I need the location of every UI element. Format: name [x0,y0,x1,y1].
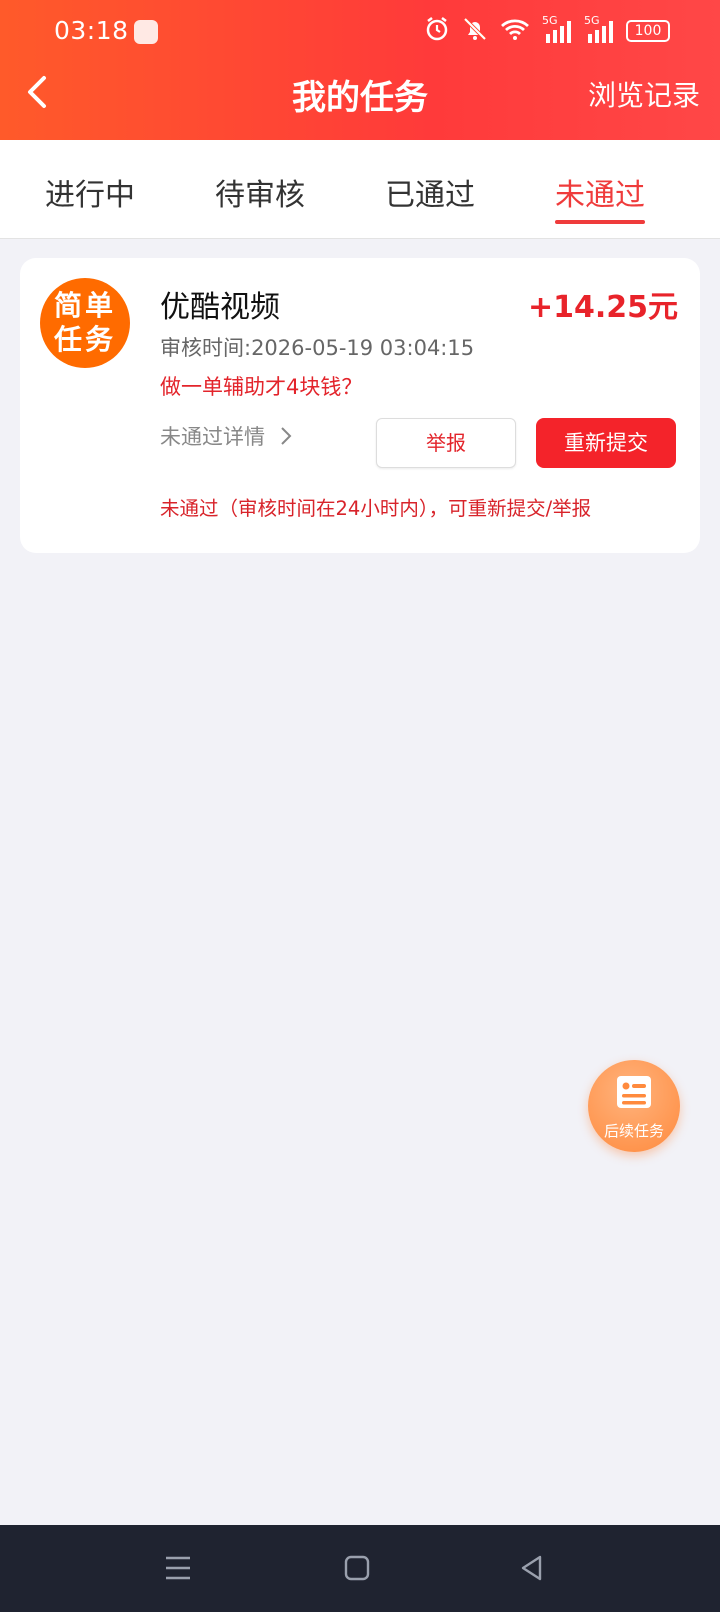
rejection-detail-label: 未通过详情 [160,425,265,449]
app-header: 03:18 5G 5G 100 我的任务 浏览记录 [0,0,720,140]
home-icon[interactable] [343,1554,371,1582]
chevron-right-icon [280,427,292,445]
report-button[interactable]: 举报 [376,418,516,468]
menu-icon[interactable] [163,1554,193,1582]
tab-approved[interactable]: 已通过 [345,170,515,214]
system-nav-bar [0,1525,720,1612]
status-bar: 03:18 5G 5G 100 [0,0,720,64]
status-tabs: 进行中 待审核 已通过 未通过 [0,140,720,239]
resubmit-button[interactable]: 重新提交 [536,418,676,468]
browse-history-link[interactable]: 浏览记录 [588,74,700,114]
follow-up-tasks-button[interactable]: 后续任务 [588,1060,680,1152]
tab-in-progress[interactable]: 进行中 [5,170,175,214]
review-time: 审核时间:2026-05-19 03:04:15 [160,336,475,360]
signal-icon: 5G [584,14,614,44]
task-badge: 简单 任务 [40,278,130,368]
rejection-status-message: 未通过（审核时间在24小时内），可重新提交/举报 [160,497,592,520]
back-nav-icon[interactable] [518,1554,546,1582]
notification-icon [134,20,158,44]
task-reward: +14.25元 [527,290,678,325]
task-list-icon [617,1076,651,1108]
mute-icon [462,16,488,46]
tab-rejected[interactable]: 未通过 [515,170,685,214]
status-time: 03:18 [54,16,129,45]
wifi-icon [500,17,530,45]
nav-bar: 我的任务 浏览记录 [0,64,720,140]
tab-pending-review[interactable]: 待审核 [175,170,345,214]
badge-line1: 简单 [53,289,116,322]
badge-line2: 任务 [53,323,116,356]
fab-label: 后续任务 [603,1122,664,1140]
task-card[interactable]: 简单 任务 优酷视频 +14.25元 审核时间:2026-05-19 03:04… [20,258,700,553]
active-tab-indicator [555,220,645,224]
signal-icon: 5G [542,14,572,44]
alarm-icon [424,16,450,46]
rejection-detail-link[interactable]: 未通过详情 [160,421,294,451]
task-note: 做一单辅助才4块钱？ [160,375,363,399]
battery-icon: 100 [626,20,670,42]
task-app-name: 优酷视频 [160,290,280,325]
